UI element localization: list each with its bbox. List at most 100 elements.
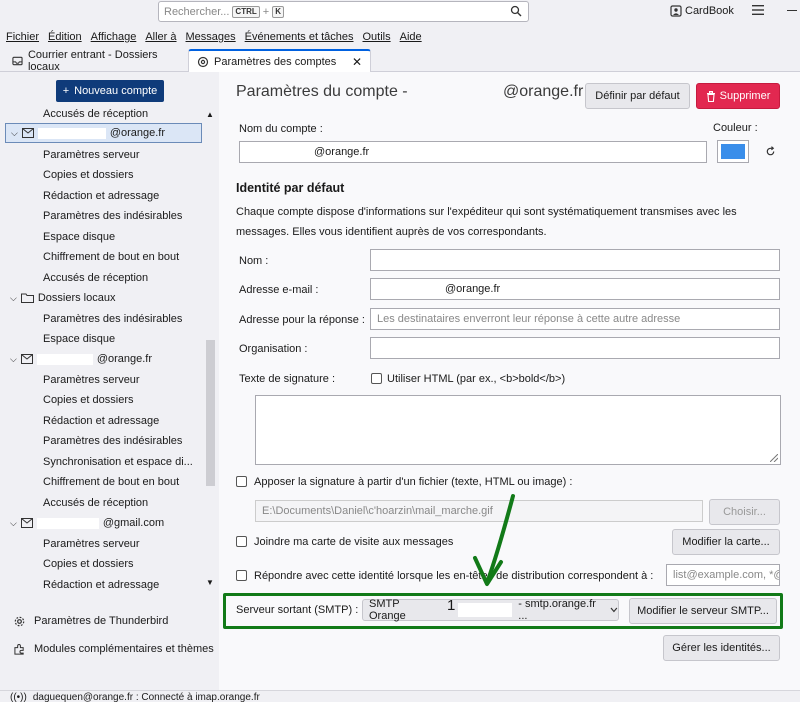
scroll-down-icon[interactable]: ▼ (206, 578, 214, 587)
tree-account-gmail[interactable]: ⌵ @gmail.com (10, 513, 164, 533)
delete-account-label: Supprimer (719, 90, 771, 102)
menu-aide[interactable]: Aide (394, 28, 425, 46)
menu-aller[interactable]: Aller à (139, 28, 179, 46)
settings-icon (197, 56, 209, 68)
search-icon[interactable] (510, 5, 522, 17)
email-label: Adresse e-mail : (239, 284, 319, 296)
page-title: Paramètres du compte - (236, 83, 408, 100)
menu-fichier[interactable]: Fichier (0, 28, 42, 46)
edit-smtp-button[interactable]: Modifier le serveur SMTP... (629, 598, 777, 624)
hamburger-menu-icon[interactable] (752, 5, 764, 15)
resize-handle-icon[interactable] (770, 454, 778, 462)
edit-card-button[interactable]: Modifier la carte... (672, 529, 780, 555)
delete-account-button[interactable]: Supprimer (696, 83, 780, 109)
address-book-icon (670, 5, 682, 17)
smtp-server-select[interactable]: SMTP Orange 1 - smtp.orange.fr ... (362, 597, 619, 622)
reply-to-field[interactable]: Les destinataires enverront leur réponse… (370, 308, 780, 330)
manage-identities-button[interactable]: Gérer les identités... (663, 635, 780, 661)
set-default-button[interactable]: Définir par défaut (585, 83, 690, 109)
tree-item[interactable]: Paramètres serveur (43, 370, 140, 390)
menu-messages[interactable]: Messages (180, 28, 239, 46)
tree-local-folders-label: Dossiers locaux (37, 292, 116, 304)
menu-edition[interactable]: Édition (42, 28, 85, 46)
tree-item[interactable]: Accusés de réception (43, 268, 148, 288)
tab-inbox[interactable]: Courrier entrant - Dossiers locaux (4, 49, 186, 73)
shortcut-key: K (272, 5, 284, 18)
identity-description: Chaque compte dispose d'informations sur… (236, 206, 737, 238)
page-title-email: @orange.fr (503, 83, 584, 100)
tree-item[interactable]: Copies et dossiers (43, 165, 134, 185)
tree-item[interactable]: Paramètres serveur (43, 534, 140, 554)
chevron-down-icon[interactable]: ⌵ (10, 513, 17, 533)
redacted-text (246, 144, 314, 155)
tab-account-settings[interactable]: Paramètres des comptes ✕ (188, 49, 371, 73)
thunderbird-settings-link[interactable]: Paramètres de Thunderbird (14, 615, 168, 627)
tree-local-folders[interactable]: ⌵ Dossiers locaux (10, 288, 115, 308)
smtp-label: Serveur sortant (SMTP) : (236, 604, 359, 616)
reply-identity-field[interactable]: list@example.com, *@ (666, 564, 780, 586)
tree-item[interactable]: Chiffrement de bout en bout (43, 472, 179, 492)
tree-item[interactable]: Copies et dossiers (43, 390, 134, 410)
email-field[interactable]: @orange.fr (370, 278, 780, 300)
tree-item[interactable]: Rédaction et adressage (43, 411, 159, 431)
signature-textarea[interactable] (255, 395, 781, 465)
tree-account-label: @orange.fr (96, 353, 153, 365)
addons-link[interactable]: Modules complémentaires et thèmes (14, 643, 214, 655)
tree-account-orange-2[interactable]: ⌵ @orange.fr (10, 349, 152, 369)
cardbook-label: CardBook (685, 5, 734, 17)
search-input[interactable]: Rechercher... CTRL + K (158, 1, 529, 22)
chevron-down-icon[interactable]: ⌵ (10, 288, 17, 308)
reply-identity-checkbox[interactable] (236, 570, 247, 581)
redacted-text (37, 127, 106, 139)
tree-item[interactable]: Espace disque (43, 329, 115, 349)
minimize-button[interactable] (787, 10, 797, 11)
tree-item[interactable]: Accusés de réception (43, 104, 148, 124)
new-account-button[interactable]: + Nouveau compte (56, 80, 164, 102)
trash-icon (706, 90, 715, 102)
name-label: Nom : (239, 255, 269, 267)
tree-item[interactable]: Chiffrement de bout en bout (43, 247, 179, 267)
tree-item[interactable]: Accusés de réception (43, 493, 148, 513)
tree-account-orange-1[interactable]: ⌵ @orange.fr (5, 123, 202, 143)
tree-item[interactable]: Synchronisation et espace di... (43, 452, 193, 472)
mail-account-icon (21, 128, 34, 138)
choose-file-button[interactable]: Choisir... (709, 499, 780, 525)
tree-item[interactable]: Espace disque (43, 227, 115, 247)
organization-field[interactable] (370, 337, 780, 359)
menu-outils[interactable]: Outils (357, 28, 394, 46)
reset-color-icon[interactable] (765, 146, 776, 157)
use-html-checkbox[interactable] (371, 373, 382, 384)
smtp-value-suffix: - smtp.orange.fr ... (518, 598, 596, 622)
cardbook-button[interactable]: CardBook (670, 5, 734, 17)
chevron-down-icon[interactable]: ⌵ (11, 123, 18, 143)
account-color-picker[interactable] (717, 140, 749, 163)
search-placeholder: Rechercher... (164, 5, 230, 18)
title-bar: Rechercher... CTRL + K CardBook (0, 0, 800, 26)
close-tab-icon[interactable]: ✕ (352, 55, 362, 69)
tree-item[interactable]: Paramètres serveur (43, 145, 140, 165)
reply-identity-label: Répondre avec cette identité lorsque les… (254, 570, 654, 582)
addons-label: Modules complémentaires et thèmes (34, 643, 214, 655)
tree-item[interactable]: Paramètres des indésirables (43, 309, 182, 329)
sidebar-scrollbar-thumb[interactable] (206, 340, 215, 486)
tree-item[interactable]: Copies et dossiers (43, 554, 134, 574)
signature-file-path-field[interactable]: E:\Documents\Daniel\c'hoarzin\mail_march… (255, 500, 703, 522)
attach-vcard-checkbox[interactable] (236, 536, 247, 547)
puzzle-icon (14, 643, 24, 655)
tree-item[interactable]: Paramètres des indésirables (43, 431, 182, 451)
name-field[interactable] (370, 249, 780, 271)
connection-icon: ((•)) (10, 692, 27, 702)
account-name-field[interactable]: @orange.fr (239, 141, 707, 163)
chevron-down-icon[interactable]: ⌵ (10, 349, 17, 369)
thunderbird-settings-label: Paramètres de Thunderbird (34, 615, 169, 627)
tab-account-settings-label: Paramètres des comptes (214, 56, 337, 68)
signature-file-checkbox[interactable] (236, 476, 247, 487)
scroll-up-icon[interactable]: ▲ (206, 110, 214, 119)
tree-account-label: @gmail.com (102, 517, 165, 529)
tree-item[interactable]: Rédaction et adressage (43, 186, 159, 206)
shortcut-plus: + (262, 5, 270, 18)
menu-affichage[interactable]: Affichage (85, 28, 140, 46)
tree-item[interactable]: Paramètres des indésirables (43, 206, 182, 226)
menu-evenements[interactable]: Événements et tâches (239, 28, 357, 46)
tree-item[interactable]: Rédaction et adressage (43, 575, 159, 595)
